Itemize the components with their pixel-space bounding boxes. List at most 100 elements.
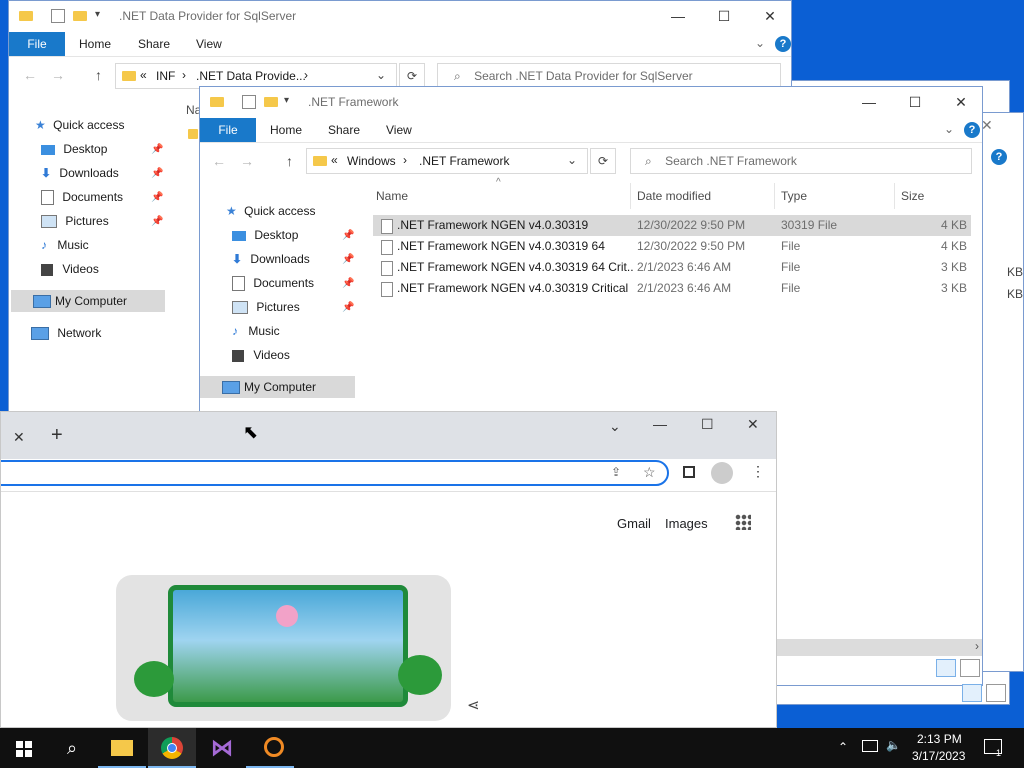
nav-item-pictures[interactable]: Pictures: [232, 300, 300, 315]
chevron-down-icon[interactable]: ⌄: [567, 153, 577, 167]
scroll-right-icon[interactable]: ›: [975, 639, 979, 653]
help-icon[interactable]: ?: [775, 36, 791, 52]
expand-ribbon-icon[interactable]: ⌄: [755, 36, 765, 50]
forward-arrow-icon[interactable]: →: [240, 153, 254, 169]
menu-kebab-icon[interactable]: ⋮: [751, 463, 765, 480]
home-tab[interactable]: Home: [79, 32, 111, 56]
nav-quick-access[interactable]: ★ Quick access: [226, 204, 315, 218]
file-explorer-icon[interactable]: [98, 728, 146, 768]
breadcrumb-current[interactable]: .NET Data Provide...: [196, 69, 306, 83]
address-overflow[interactable]: «: [140, 68, 147, 82]
close-button[interactable]: ✕: [747, 416, 759, 433]
pin-icon[interactable]: 📌: [151, 216, 163, 227]
close-button[interactable]: ✕: [938, 87, 982, 118]
nav-item-pictures[interactable]: Pictures: [41, 214, 109, 229]
view-tab[interactable]: View: [386, 118, 412, 142]
expand-ribbon-icon[interactable]: ⌄: [944, 122, 954, 136]
view-tab[interactable]: View: [196, 32, 222, 56]
pin-icon[interactable]: 📌: [151, 144, 163, 155]
column-header-size[interactable]: Size: [901, 183, 924, 209]
breadcrumb-current[interactable]: .NET Framework: [419, 154, 509, 168]
pin-icon[interactable]: 📌: [342, 230, 354, 241]
omnibox[interactable]: ⇪ ☆: [1, 460, 669, 486]
new-tab-button[interactable]: +: [51, 424, 63, 447]
nav-item-videos[interactable]: Videos: [232, 348, 290, 362]
google-doodle-image[interactable]: [116, 575, 451, 721]
back-arrow-icon[interactable]: ←: [212, 153, 226, 169]
nav-quick-access[interactable]: ★ Quick access: [35, 118, 124, 132]
file-row[interactable]: .NET Framework NGEN v4.0.30319 12/30/202…: [373, 215, 971, 236]
images-link[interactable]: Images: [665, 516, 708, 531]
share-tab[interactable]: Share: [328, 118, 360, 142]
up-arrow-icon[interactable]: ↑: [286, 153, 293, 169]
start-windows-icon[interactable]: [0, 728, 48, 768]
nav-item-downloads[interactable]: ⬇ Downloads: [41, 166, 119, 180]
nav-item-documents[interactable]: Documents: [232, 276, 314, 292]
address-overflow[interactable]: «: [331, 153, 338, 167]
nav-item-music[interactable]: ♪ Music: [41, 238, 89, 252]
details-view-icon[interactable]: [936, 659, 956, 677]
help-icon[interactable]: ?: [964, 122, 980, 138]
share-tab[interactable]: Share: [138, 32, 170, 56]
search-tool-icon[interactable]: [246, 728, 294, 768]
minimize-button[interactable]: —: [655, 1, 701, 32]
breadcrumb-windows[interactable]: Windows: [347, 154, 396, 168]
nav-item-documents[interactable]: Documents: [41, 190, 123, 206]
properties-icon[interactable]: [242, 95, 256, 109]
apps-grid-icon[interactable]: [735, 514, 751, 530]
search-input[interactable]: ⌕ Search .NET Framework: [630, 148, 972, 174]
chrome-icon[interactable]: [148, 728, 196, 768]
show-hidden-icons-icon[interactable]: ⌃: [838, 740, 848, 754]
clock-date[interactable]: 3/17/2023: [912, 749, 965, 763]
breadcrumb-inf[interactable]: INF: [156, 69, 175, 83]
side-panel-icon[interactable]: [683, 466, 695, 478]
visual-studio-icon[interactable]: ⋈: [198, 728, 246, 768]
maximize-button[interactable]: ☐: [892, 87, 938, 118]
clock-time[interactable]: 2:13 PM: [917, 732, 962, 746]
up-arrow-icon[interactable]: ↑: [95, 67, 102, 83]
horizontal-scrollbar[interactable]: ›: [777, 639, 982, 656]
back-arrow-icon[interactable]: ←: [23, 67, 37, 83]
column-header-name[interactable]: Name: [376, 183, 408, 209]
tab-close-button[interactable]: ✕: [13, 429, 25, 446]
nav-item-videos[interactable]: Videos: [41, 262, 99, 276]
share-icon[interactable]: ⇪: [611, 465, 621, 479]
refresh-button[interactable]: ⟳: [590, 148, 616, 174]
minimize-button[interactable]: —: [846, 87, 892, 118]
minimize-button[interactable]: —: [653, 416, 667, 432]
pin-icon[interactable]: 📌: [342, 302, 354, 313]
maximize-button[interactable]: ☐: [701, 416, 714, 433]
tab-search-icon[interactable]: ⌄: [609, 418, 621, 435]
large-icons-view-icon[interactable]: [986, 684, 1006, 702]
chevron-down-icon[interactable]: ⌄: [376, 68, 386, 82]
column-header-date[interactable]: Date modified: [637, 183, 711, 209]
gmail-link[interactable]: Gmail: [617, 516, 651, 531]
quick-access-dropdown-icon[interactable]: ▾: [95, 9, 100, 20]
pin-icon[interactable]: 📌: [342, 254, 354, 265]
large-icons-view-icon[interactable]: [960, 659, 980, 677]
share-doodle-icon[interactable]: ⋖: [467, 696, 480, 714]
file-row[interactable]: .NET Framework NGEN v4.0.30319 64 Crit..…: [373, 257, 971, 278]
network-tray-icon[interactable]: [862, 740, 878, 752]
nav-item-music[interactable]: ♪ Music: [232, 324, 280, 338]
nav-item-network[interactable]: Network: [31, 326, 101, 341]
nav-item-desktop[interactable]: Desktop: [232, 228, 298, 242]
file-tab[interactable]: File: [9, 32, 65, 56]
new-folder-icon[interactable]: [73, 11, 87, 21]
volume-icon[interactable]: 🔈: [886, 738, 901, 752]
new-folder-icon[interactable]: [264, 97, 278, 107]
file-row[interactable]: .NET Framework NGEN v4.0.30319 Critical …: [373, 278, 971, 299]
maximize-button[interactable]: ☐: [701, 1, 747, 32]
pin-icon[interactable]: 📌: [151, 168, 163, 179]
pin-icon[interactable]: 📌: [151, 192, 163, 203]
help-icon[interactable]: ?: [991, 149, 1007, 165]
pin-icon[interactable]: 📌: [342, 278, 354, 289]
search-icon[interactable]: ⌕: [48, 728, 96, 768]
close-button[interactable]: ✕: [747, 1, 791, 32]
profile-avatar-icon[interactable]: [711, 462, 733, 484]
file-tab[interactable]: File: [200, 118, 256, 142]
nav-item-my-computer[interactable]: My Computer: [200, 376, 355, 398]
nav-item-my-computer[interactable]: My Computer: [11, 290, 165, 312]
properties-icon[interactable]: [51, 9, 65, 23]
home-tab[interactable]: Home: [270, 118, 302, 142]
